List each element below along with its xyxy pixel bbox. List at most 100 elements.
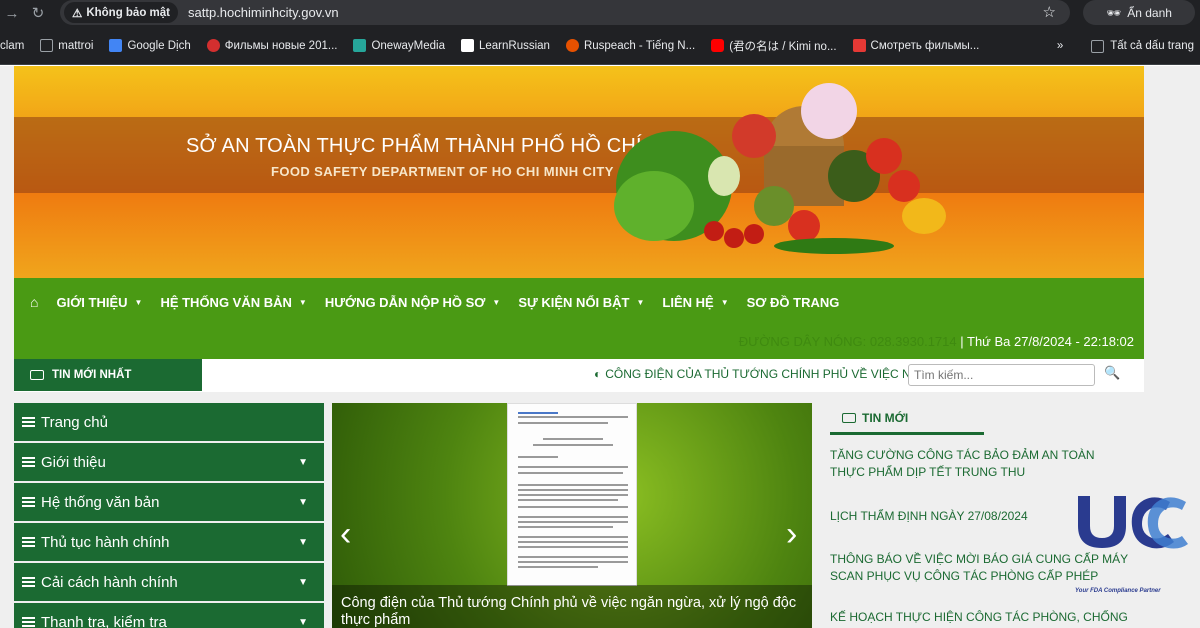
security-label: Không bảo mật <box>86 6 171 19</box>
incognito-chip[interactable]: 🕶 Ẩn danh <box>1083 0 1195 25</box>
caret-down-icon: ▼ <box>636 297 645 307</box>
youtube-icon <box>711 39 725 52</box>
bookmark-item[interactable]: (君の名は / Kimi no... <box>711 38 837 54</box>
menu-item-su-kien-noi-bat[interactable]: SỰ KIỆN NỔI BẬT ▼ <box>518 295 644 310</box>
url-text[interactable]: sattp.hochiminhcity.gov.vn <box>188 5 339 20</box>
list-icon <box>22 536 35 548</box>
list-icon <box>22 616 35 628</box>
menu-item-huong-dan-nop-ho-so[interactable]: HƯỚNG DẪN NỘP HỒ SƠ ▼ <box>325 295 501 310</box>
caret-down-icon: ▼ <box>134 297 143 307</box>
caret-down-icon: ▼ <box>298 576 308 588</box>
vegetables-illustration <box>614 83 946 254</box>
onewaymedia-icon <box>353 39 367 52</box>
menu-label: GIỚI THIỆU <box>56 294 128 310</box>
slider-prev-icon[interactable]: ‹ <box>340 515 351 554</box>
bookmark-item[interactable]: clam <box>0 40 24 52</box>
sidebar-item-label: Thủ tục hành chính <box>41 533 170 551</box>
sidebar-item-he-thong-van-ban[interactable]: Hệ thống văn bản ▼ <box>14 483 324 521</box>
google-translate-icon <box>109 39 123 52</box>
news-ticker: TIN MỚI NHẤT ◐ CÔNG ĐIỆN CỦA THỦ TƯỚNG C… <box>14 359 1144 392</box>
bookmark-item[interactable]: Google Dịch <box>109 39 191 52</box>
bookmark-star-icon[interactable]: ☆ <box>1043 3 1056 21</box>
search-icon[interactable]: 🔍 <box>1104 365 1120 381</box>
caret-down-icon: ▼ <box>298 616 308 628</box>
sidebar-item-gioi-thieu[interactable]: Giới thiệu ▼ <box>14 443 324 481</box>
reload-icon[interactable]: ↻ <box>28 3 48 23</box>
newspaper-icon <box>30 370 44 380</box>
incognito-icon: 🕶 <box>1106 5 1122 20</box>
news-item[interactable]: KẾ HOẠCH THỰC HIỆN CÔNG TÁC PHÒNG, CHỐNG <box>830 609 1130 626</box>
folder-icon <box>1091 39 1105 53</box>
sidebar-item-cai-cach-hanh-chinh[interactable]: Cải cách hành chính ▼ <box>14 563 324 601</box>
bookmark-item[interactable]: OnewayMedia <box>353 39 445 52</box>
ticker-headline-text: CÔNG ĐIỆN CỦA THỦ TƯỚNG CHÍNH PHỦ VỀ VIỆ… <box>605 367 929 381</box>
menu-label: HƯỚNG DẪN NỘP HỒ SƠ <box>324 294 486 310</box>
sidebar-item-thanh-tra-kiem-tra[interactable]: Thanh tra, kiểm tra ▼ <box>14 603 324 628</box>
learnrussian-icon <box>460 39 474 52</box>
latest-news-header: TIN MỚI <box>830 403 984 435</box>
caret-down-icon: ▼ <box>298 297 307 307</box>
ivi-icon <box>852 39 866 52</box>
menu-label: LIÊN HỆ <box>662 294 714 310</box>
list-icon <box>22 576 35 588</box>
bookmark-label: OnewayMedia <box>371 39 445 52</box>
document-thumbnail <box>507 403 637 586</box>
sidebar-item-label: Hệ thống văn bản <box>41 493 160 511</box>
search-input[interactable] <box>908 364 1095 386</box>
bookmark-label: Google Dịch <box>127 39 191 52</box>
bookmark-label: Фильмы новые 201... <box>224 39 338 52</box>
bookmark-item[interactable]: Смотреть фильмы... <box>852 39 979 52</box>
ruspeach-icon <box>565 39 579 52</box>
browser-toolbar: → ↻ ⚠ Không bảo mật sattp.hochiminhcity.… <box>0 0 1200 27</box>
hotline-text[interactable]: ĐƯỜNG DÂY NÓNG: 028.3930.1714 <box>739 334 957 349</box>
ticker-headline[interactable]: ◐ CÔNG ĐIỆN CỦA THỦ TƯỚNG CHÍNH PHỦ VỀ V… <box>594 367 928 381</box>
caret-down-icon: ▼ <box>298 496 308 508</box>
bookmark-label: (君の名は / Kimi no... <box>729 40 837 53</box>
bookmarks-right: » Tất cả dấu trang <box>1057 27 1194 64</box>
news-item[interactable]: TĂNG CƯỜNG CÔNG TÁC BẢO ĐẢM AN TOÀN THỰC… <box>830 447 1130 481</box>
header-banner: SỞ AN TOÀN THỰC PHẨM THÀNH PHỐ HỒ CHÍ MI… <box>14 66 1144 278</box>
datetime-text: | Thứ Ba 27/8/2024 - 22:18:02 <box>960 334 1134 349</box>
slider-next-icon[interactable]: › <box>786 515 797 554</box>
caret-down-icon: ▼ <box>720 297 729 307</box>
sidebar-item-label: Trang chủ <box>41 413 108 431</box>
security-chip[interactable]: ⚠ Không bảo mật <box>64 2 179 23</box>
menu-item-he-thong-van-ban[interactable]: HỆ THỐNG VĂN BẢN ▼ <box>160 295 306 310</box>
hotline-bar: ĐƯỜNG DÂY NÓNG: 028.3930.1714 | Thứ Ba 2… <box>739 334 1134 349</box>
list-icon <box>22 416 35 428</box>
sidebar-item-trang-chu[interactable]: Trang chủ <box>14 403 324 441</box>
warning-icon: ⚠ <box>72 7 83 20</box>
bookmark-item[interactable]: mattroi <box>40 39 93 52</box>
menu-item-so-do-trang[interactable]: SƠ ĐỒ TRANG <box>747 295 840 310</box>
bookmark-label: clam <box>0 39 25 52</box>
menu-label: SỰ KIỆN NỔI BẬT <box>518 294 630 310</box>
adjust-icon: ◐ <box>594 367 602 381</box>
main-menu: ⌂ GIỚI THIỆU ▼ HỆ THỐNG VĂN BẢN ▼ HƯỚNG … <box>14 278 839 326</box>
sidebar-item-label: Giới thiệu <box>41 453 106 471</box>
heart-icon <box>206 39 220 52</box>
bookmark-item[interactable]: Ruspeach - Tiếng N... <box>565 39 695 52</box>
home-icon[interactable]: ⌂ <box>30 294 38 310</box>
sidebar-item-thu-tuc-hanh-chinh[interactable]: Thủ tục hành chính ▼ <box>14 523 324 561</box>
featured-slider[interactable]: ‹ › Công điện của Thủ tướng Chính phủ về… <box>332 403 812 628</box>
forward-icon[interactable]: → <box>2 3 22 23</box>
slider-caption[interactable]: Công điện của Thủ tướng Chính phủ về việ… <box>332 585 812 628</box>
sidebar-item-label: Cải cách hành chính <box>41 573 178 591</box>
menu-item-lien-he[interactable]: LIÊN HỆ ▼ <box>662 295 728 310</box>
menu-label: HỆ THỐNG VĂN BẢN <box>160 294 292 310</box>
bookmark-item[interactable]: Фильмы новые 201... <box>206 39 338 52</box>
menu-label: SƠ ĐỒ TRANG <box>746 294 840 310</box>
latest-news-title: TIN MỚI <box>862 410 909 425</box>
slider-caption-text: Công điện của Thủ tướng Chính phủ về việ… <box>341 595 797 628</box>
menu-item-gioi-thieu[interactable]: GIỚI THIỆU ▼ <box>56 295 142 310</box>
bookmark-item[interactable]: LearnRussian <box>460 39 550 52</box>
bookmark-label: LearnRussian <box>478 39 550 52</box>
ucc-tagline: Your FDA Compliance Partner <box>1075 588 1161 594</box>
ticker-label: TIN MỚI NHẤT <box>14 359 202 391</box>
all-bookmarks-label[interactable]: Tất cả dấu trang <box>1110 40 1194 52</box>
bookmarks-overflow-icon[interactable]: » <box>1057 40 1063 52</box>
web-page: SỞ AN TOÀN THỰC PHẨM THÀNH PHỐ HỒ CHÍ MI… <box>0 66 1200 628</box>
banner-title-en: FOOD SAFETY DEPARTMENT OF HO CHI MINH CI… <box>271 164 614 179</box>
ticker-label-text: TIN MỚI NHẤT <box>52 369 132 381</box>
address-bar[interactable]: ⚠ Không bảo mật sattp.hochiminhcity.gov.… <box>60 0 1070 25</box>
